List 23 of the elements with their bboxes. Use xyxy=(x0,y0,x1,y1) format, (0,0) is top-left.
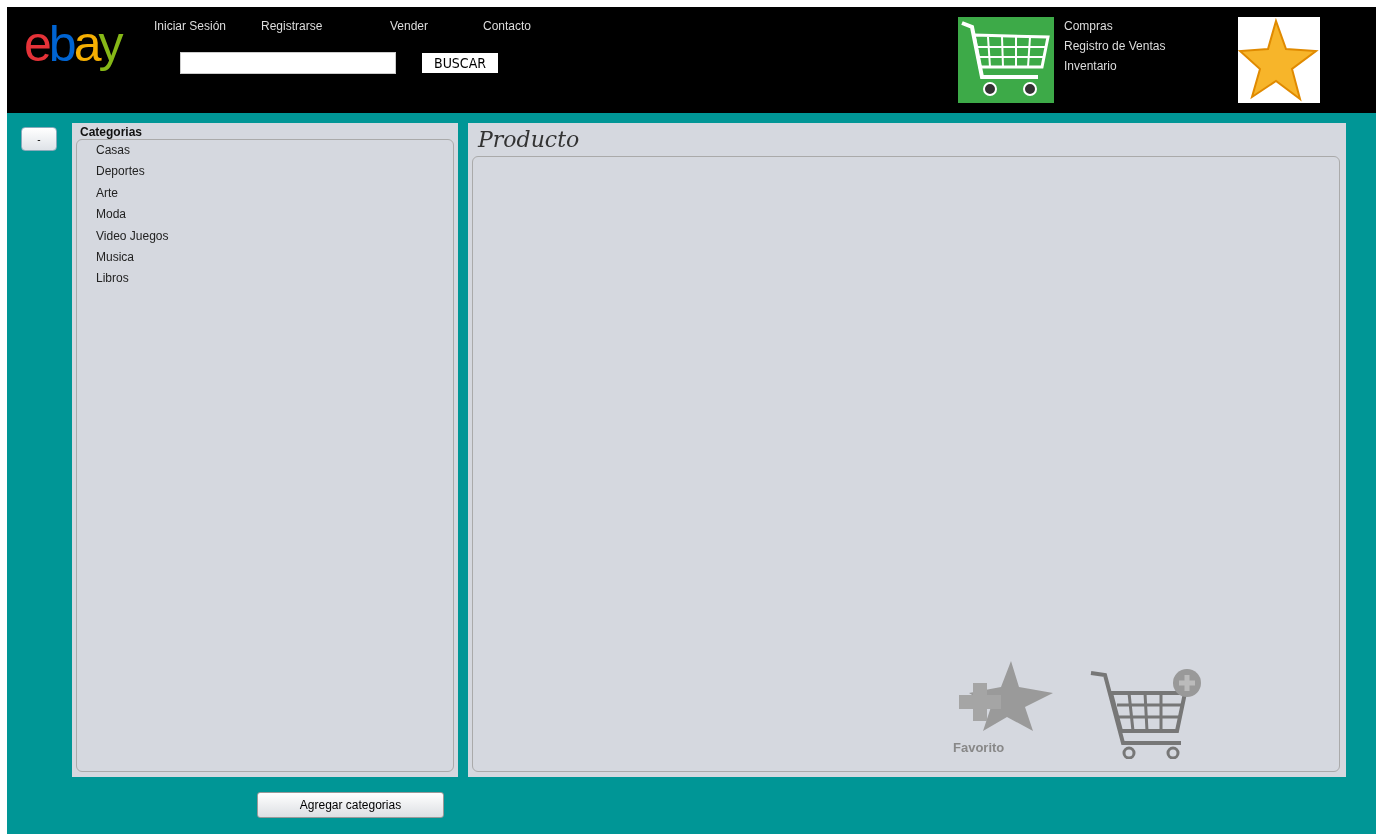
product-title: Producto xyxy=(478,127,581,152)
nav-link[interactable]: Vender xyxy=(390,19,483,33)
cart-icon[interactable] xyxy=(958,17,1054,103)
search-button[interactable]: BUSCAR xyxy=(422,53,499,73)
nav-link[interactable]: Registrarse xyxy=(261,19,390,33)
menu-link[interactable]: Compras xyxy=(1064,19,1238,33)
nav-link[interactable]: Iniciar Sesión xyxy=(154,19,261,33)
category-item[interactable]: Moda xyxy=(96,207,453,229)
category-item[interactable]: Video Juegos xyxy=(96,228,453,250)
search-field[interactable] xyxy=(180,52,396,74)
category-item[interactable]: Arte xyxy=(96,185,453,208)
menu-link[interactable]: Registro de Ventas xyxy=(1064,39,1238,53)
add-categories-button[interactable]: Agregar categorias xyxy=(257,792,444,818)
category-item[interactable]: Deportes xyxy=(96,164,453,186)
collapse-button[interactable]: - xyxy=(21,127,57,151)
nav-link[interactable]: Contacto xyxy=(483,19,563,33)
ebay-logo[interactable]: ebay xyxy=(24,19,154,69)
category-item[interactable]: Casas xyxy=(96,143,453,165)
categories-title: Categorias xyxy=(80,125,144,139)
category-item[interactable]: Libros xyxy=(96,271,453,293)
menu-link[interactable]: Inventario xyxy=(1064,59,1238,73)
category-item[interactable]: Musica xyxy=(96,249,453,272)
star-icon[interactable] xyxy=(1238,17,1320,103)
